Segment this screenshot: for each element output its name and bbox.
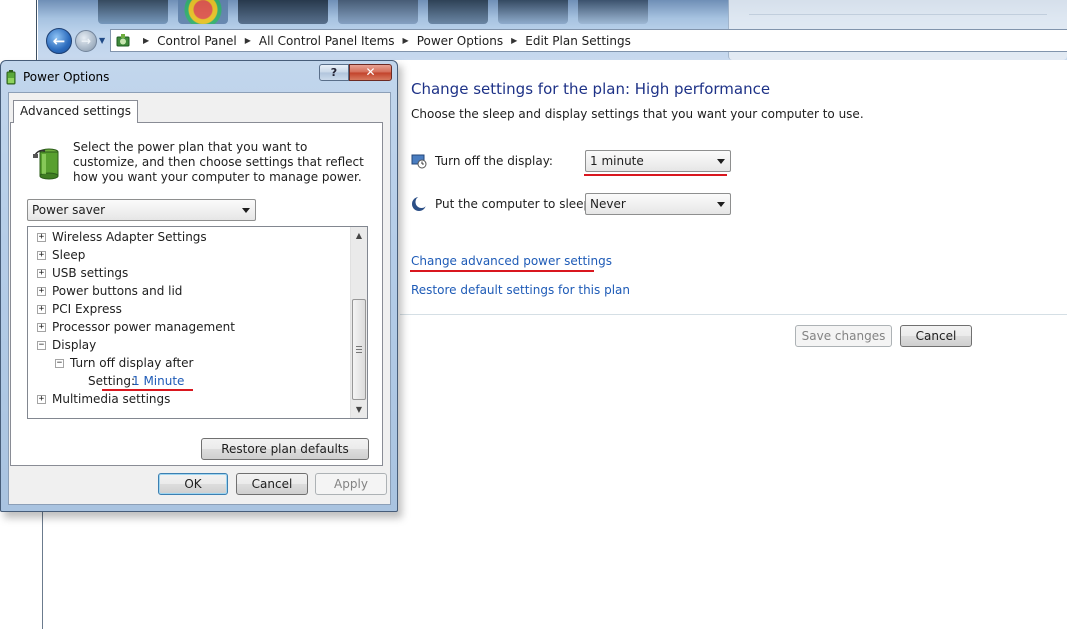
expand-icon[interactable]: + [37, 287, 46, 296]
advanced-settings-link[interactable]: Change advanced power settings [411, 254, 612, 268]
close-button[interactable]: ✕ [349, 64, 392, 81]
chevron-down-icon [242, 208, 250, 213]
battery-plug-icon [4, 69, 18, 85]
cancel-button[interactable]: Cancel [900, 325, 972, 347]
help-button[interactable]: ? [319, 64, 349, 81]
dialog-client-area: Advanced settings Select the power plan … [8, 92, 391, 505]
display-timeout-select[interactable]: 1 minute [585, 150, 731, 172]
highlight-underline [584, 174, 727, 176]
forward-button[interactable]: → [75, 30, 97, 52]
page-title: Change settings for the plan: High perfo… [411, 80, 771, 98]
taskbar-thumbnail [178, 0, 228, 24]
dialog-cancel-button[interactable]: Cancel [236, 473, 308, 495]
taskbar-thumbnail [498, 0, 568, 24]
scroll-thumb[interactable] [352, 299, 366, 400]
expand-icon[interactable]: + [37, 323, 46, 332]
taskbar-thumbnail [578, 0, 648, 24]
taskbar-thumbnail [98, 0, 168, 24]
breadcrumb-separator: ▶ [402, 36, 409, 45]
breadcrumb-edit-plan[interactable]: Edit Plan Settings [525, 34, 631, 48]
forward-arrow-icon: → [80, 34, 92, 48]
sleep-timeout-value: Never [590, 197, 626, 211]
taskbar-thumbnail [428, 0, 488, 24]
chevron-down-icon [717, 202, 725, 207]
power-options-dialog: Power Options ? ✕ Advanced settings Sele… [0, 60, 398, 512]
breadcrumb-separator: ▶ [143, 36, 150, 45]
back-button[interactable]: ← [46, 28, 72, 54]
breadcrumb-separator: ▶ [244, 36, 251, 45]
power-plan-value: Power saver [32, 203, 106, 217]
taskbar-thumbnail [238, 0, 328, 24]
highlight-underline [410, 270, 594, 272]
address-bar[interactable]: ▶ Control Panel ▶ All Control Panel Item… [110, 29, 1067, 52]
save-changes-button[interactable]: Save changes [795, 325, 892, 347]
power-plan-select[interactable]: Power saver [27, 199, 256, 221]
collapse-icon[interactable]: − [37, 341, 46, 350]
breadcrumb-separator: ▶ [511, 36, 518, 45]
display-timeout-value: 1 minute [590, 154, 644, 168]
sleep-timeout-label: Put the computer to sleep: [435, 197, 596, 211]
tree-scrollbar[interactable]: ▲ ▼ [350, 227, 367, 418]
tree-item-label: Display [52, 338, 97, 352]
expand-icon[interactable]: + [37, 269, 46, 278]
tree-item-label: PCI Express [52, 302, 122, 316]
window-border [36, 0, 37, 60]
advanced-settings-panel: Select the power plan that you want to c… [10, 122, 383, 466]
settings-tree[interactable]: + Wireless Adapter Settings + Sleep + US… [27, 226, 368, 419]
expand-icon[interactable]: + [37, 305, 46, 314]
collapse-icon[interactable]: − [55, 359, 64, 368]
tab-advanced-settings[interactable]: Advanced settings [13, 100, 138, 123]
tree-item-label: Sleep [52, 248, 86, 262]
grip-icon [356, 346, 362, 353]
sleep-timeout-select[interactable]: Never [585, 193, 731, 215]
close-icon: ✕ [365, 65, 376, 79]
scroll-up-icon[interactable]: ▲ [351, 227, 367, 244]
setting-label: Setting: [88, 374, 136, 388]
display-timeout-label: Turn off the display: [435, 154, 553, 168]
control-panel-icon [115, 33, 131, 49]
breadcrumb-power-options[interactable]: Power Options [417, 34, 503, 48]
restore-defaults-link[interactable]: Restore default settings for this plan [411, 283, 630, 297]
display-clock-icon [411, 153, 427, 169]
expand-icon[interactable]: + [37, 233, 46, 242]
intro-text: Select the power plan that you want to c… [73, 140, 364, 184]
restore-plan-defaults-button[interactable]: Restore plan defaults [201, 438, 369, 460]
tree-item-label: Power buttons and lid [52, 284, 183, 298]
back-arrow-icon: ← [52, 32, 66, 50]
dialog-title: Power Options [23, 70, 110, 84]
footer-divider [400, 314, 1067, 315]
tree-item-label: USB settings [52, 266, 129, 280]
expand-icon[interactable]: + [37, 251, 46, 260]
page-subtitle: Choose the sleep and display settings th… [411, 107, 864, 121]
tree-item-label: Turn off display after [70, 356, 194, 370]
ok-button[interactable]: OK [158, 473, 228, 495]
recent-pages-dropdown[interactable]: ▼ [99, 36, 105, 45]
tree-item-label: Wireless Adapter Settings [52, 230, 207, 244]
tree-item-label: Multimedia settings [52, 392, 171, 406]
moon-sleep-icon [411, 196, 428, 212]
expand-icon[interactable]: + [37, 395, 46, 404]
battery-plug-icon [33, 145, 65, 181]
breadcrumb-control-panel[interactable]: Control Panel [157, 34, 237, 48]
setting-value[interactable]: 1 Minute [132, 372, 184, 390]
chevron-down-icon [717, 159, 725, 164]
apply-button[interactable]: Apply [315, 473, 387, 495]
scroll-down-icon[interactable]: ▼ [351, 401, 367, 418]
breadcrumb-all-items[interactable]: All Control Panel Items [259, 34, 395, 48]
tree-item-label: Processor power management [52, 320, 235, 334]
taskbar-thumbnail [338, 0, 418, 24]
